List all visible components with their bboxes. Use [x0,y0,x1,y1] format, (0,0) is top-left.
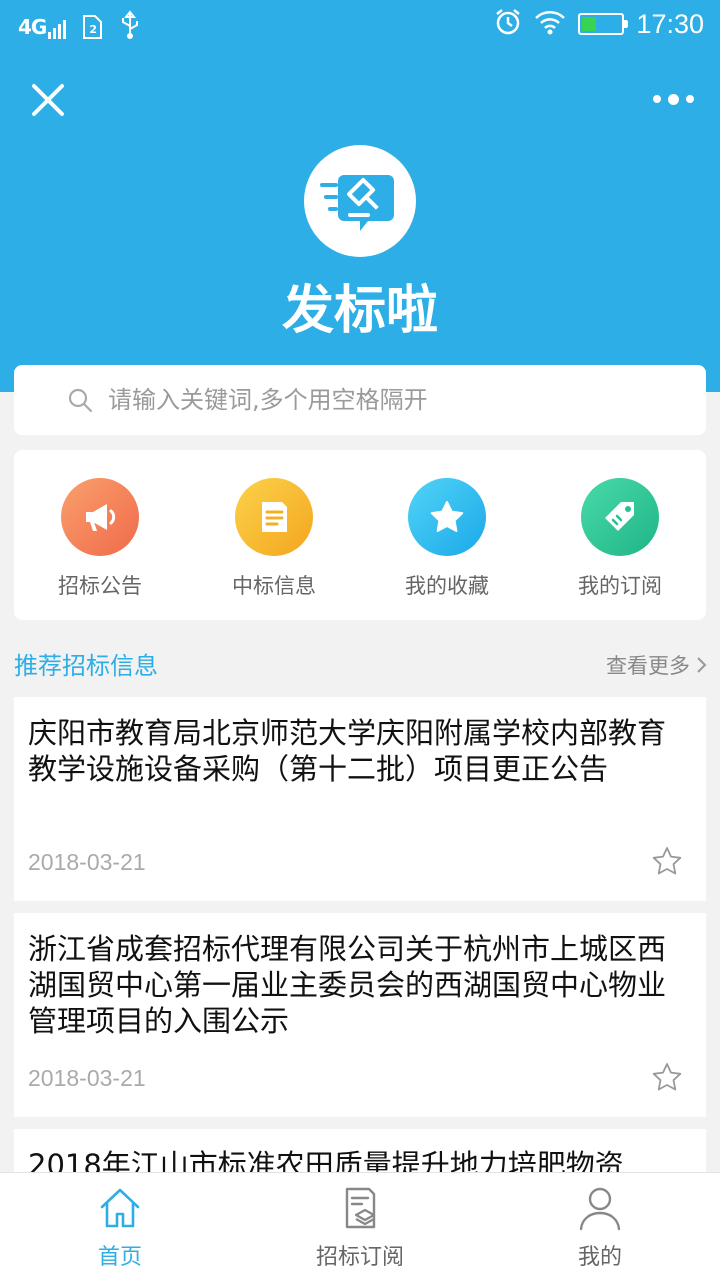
star-outline-icon [652,1063,682,1091]
home-icon [100,1188,140,1228]
status-time: 17:30 [636,8,704,39]
more-dot-icon [685,95,694,103]
quick-action-favorites[interactable]: 我的收藏 [377,478,517,600]
listing-title: 庆阳市教育局北京师范大学庆阳附属学校内部教育教学设施设备采购（第十二批）项目更正… [28,716,667,786]
subscription-icon [345,1187,376,1229]
view-more-label: 查看更多 [606,654,690,678]
quick-actions: 招标公告 中标信息 我的收藏 我的订阅 [14,450,706,620]
document-icon [235,478,313,556]
tab-label: 我的 [577,1245,622,1270]
usb-icon [118,10,142,44]
more-options-button[interactable] [648,84,698,114]
quick-action-subscriptions[interactable]: 我的订阅 [550,478,690,600]
quick-action-label: 中标信息 [232,574,316,598]
megaphone-icon [61,478,139,556]
user-icon [579,1187,621,1231]
alarm-icon [494,8,522,40]
listing-date: 2018-03-21 [28,1065,146,1091]
wifi-icon [534,9,566,39]
chevron-right-icon [697,657,707,673]
close-icon [32,84,64,116]
listing-card[interactable]: 庆阳市教育局北京师范大学庆阳附属学校内部教育教学设施设备采购（第十二批）项目更正… [14,697,706,901]
listing-title: 浙江省成套招标代理有限公司关于杭州市上城区西湖国贸中心第一届业主委员会的西湖国贸… [28,932,667,1038]
network-indicator: 4G [18,15,67,39]
listing-date: 2018-03-21 [28,849,146,875]
sim-card-icon: 2 [80,14,104,40]
quick-action-winning-bids[interactable]: 中标信息 [204,478,344,600]
search-bar[interactable] [14,365,706,435]
search-icon [68,388,93,413]
star-icon [408,478,486,556]
favorite-button[interactable] [650,845,684,879]
section-title: 推荐招标信息 [14,652,158,680]
quick-action-announcements[interactable]: 招标公告 [30,478,170,600]
tag-icon [581,478,659,556]
view-more-link[interactable]: 查看更多 [606,650,708,680]
tab-home[interactable]: 首页 [40,1185,200,1271]
sim-badge: 2 [89,23,97,36]
listing-card[interactable]: 浙江省成套招标代理有限公司关于杭州市上城区西湖国贸中心第一届业主委员会的西湖国贸… [14,913,706,1117]
listing-title: 2018年江山市标准农田质量提升地力培肥物资 [28,1148,624,1172]
network-type: 4G [18,15,47,39]
more-dot-icon [667,93,679,105]
star-outline-icon [652,847,682,875]
tab-subscription[interactable]: 招标订阅 [280,1185,440,1271]
battery-icon [578,13,629,35]
bottom-tab-bar: 首页 招标订阅 我的 [0,1172,720,1280]
close-button[interactable] [26,78,70,122]
header: 4G 2 17:30 发标啦 [0,0,720,392]
quick-action-label: 我的订阅 [578,574,662,598]
quick-action-label: 招标公告 [58,574,142,598]
more-dot-icon [652,95,661,103]
favorite-button[interactable] [650,1061,684,1095]
signal-icon [48,19,67,39]
app-logo [304,145,416,257]
app-name: 发标啦 [281,281,438,341]
status-bar: 4G 2 17:30 [0,0,720,52]
tab-label: 首页 [97,1245,142,1270]
listing-card[interactable]: 2018年江山市标准农田质量提升地力培肥物资 [14,1129,706,1172]
search-input[interactable] [108,386,668,414]
gavel-chat-icon [320,175,394,231]
tab-label: 招标订阅 [315,1245,404,1270]
tab-profile[interactable]: 我的 [520,1185,680,1271]
quick-action-label: 我的收藏 [405,574,489,598]
